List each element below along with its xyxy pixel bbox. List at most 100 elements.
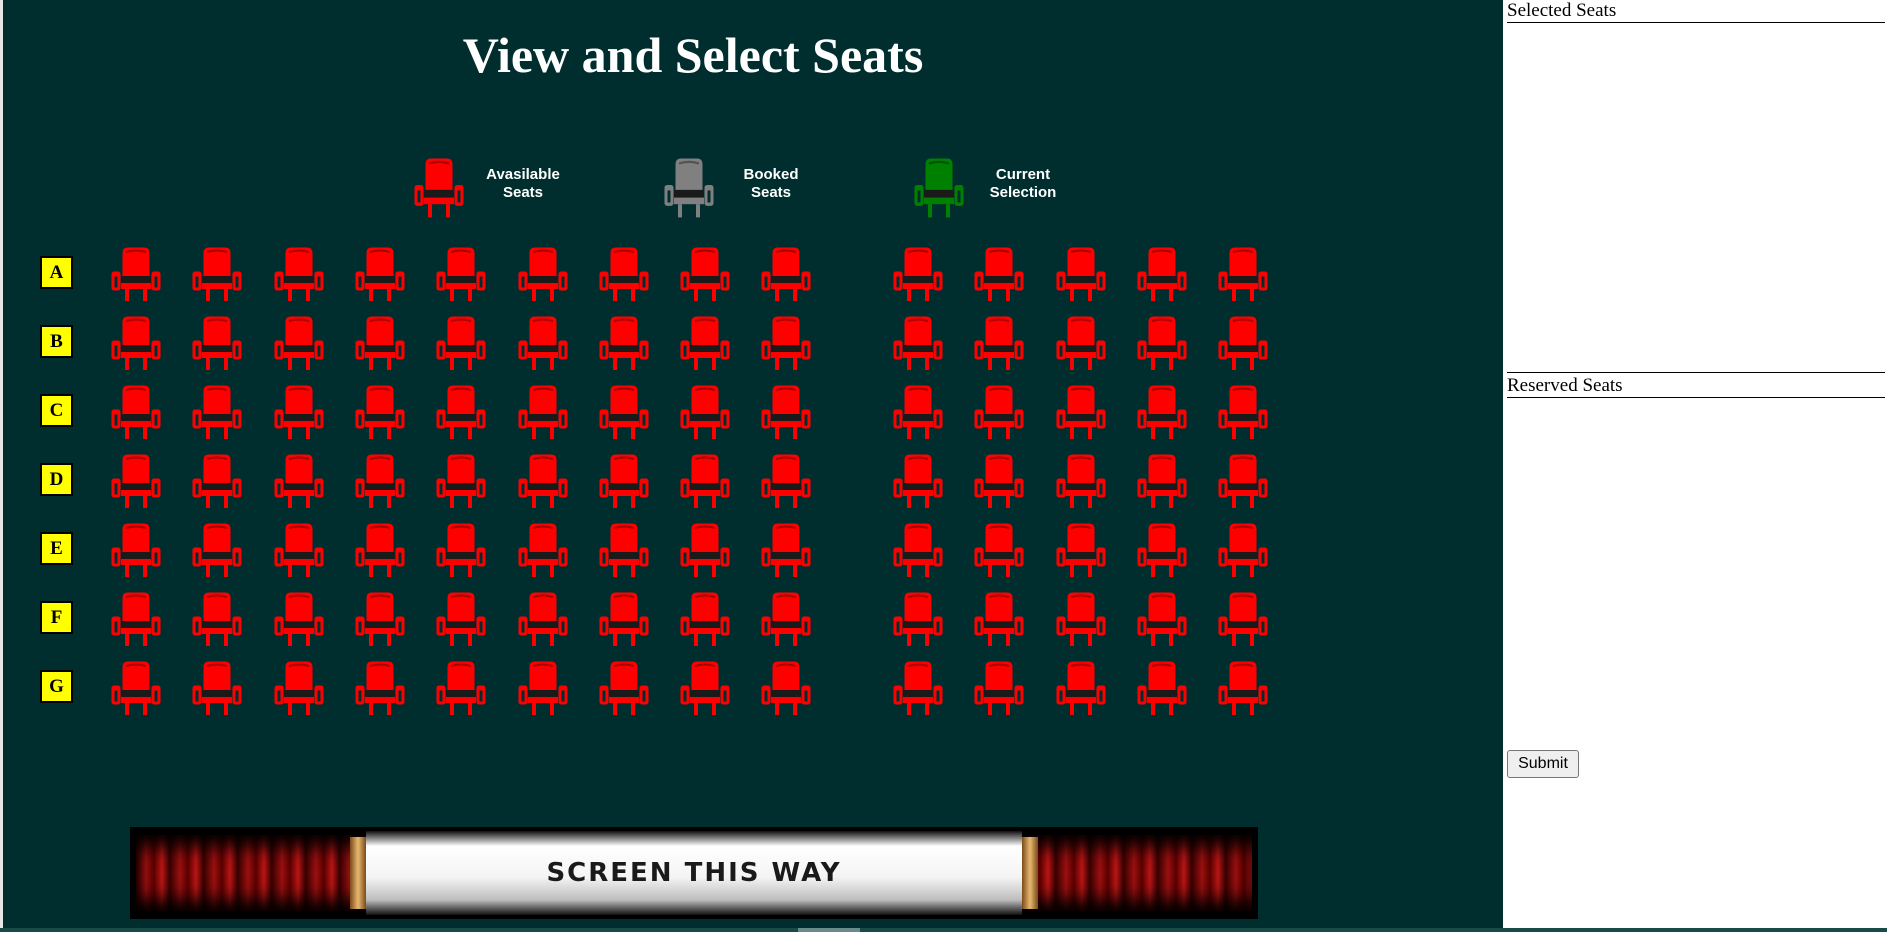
seat-d9[interactable] bbox=[761, 454, 811, 508]
seat-e7[interactable] bbox=[599, 523, 649, 577]
seat-c5[interactable] bbox=[436, 385, 486, 439]
seat-f14[interactable] bbox=[1218, 592, 1268, 646]
seat-b3[interactable] bbox=[274, 316, 324, 370]
seat-f2[interactable] bbox=[192, 592, 242, 646]
seat-d8[interactable] bbox=[680, 454, 730, 508]
seat-b8[interactable] bbox=[680, 316, 730, 370]
seat-f3[interactable] bbox=[274, 592, 324, 646]
seat-a1[interactable] bbox=[111, 247, 161, 301]
seat-c10[interactable] bbox=[893, 385, 943, 439]
seat-b12[interactable] bbox=[1056, 316, 1106, 370]
seat-c6[interactable] bbox=[518, 385, 568, 439]
seat-g4[interactable] bbox=[355, 661, 405, 715]
seat-d3[interactable] bbox=[274, 454, 324, 508]
seat-c2[interactable] bbox=[192, 385, 242, 439]
seat-e8[interactable] bbox=[680, 523, 730, 577]
seat-d1[interactable] bbox=[111, 454, 161, 508]
submit-button[interactable]: Submit bbox=[1507, 750, 1579, 778]
seat-b2[interactable] bbox=[192, 316, 242, 370]
seat-d13[interactable] bbox=[1137, 454, 1187, 508]
seat-g8[interactable] bbox=[680, 661, 730, 715]
seat-e6[interactable] bbox=[518, 523, 568, 577]
seat-a13[interactable] bbox=[1137, 247, 1187, 301]
seat-b10[interactable] bbox=[893, 316, 943, 370]
seat-g2[interactable] bbox=[192, 661, 242, 715]
seat-f8[interactable] bbox=[680, 592, 730, 646]
seat-a2[interactable] bbox=[192, 247, 242, 301]
seat-d12[interactable] bbox=[1056, 454, 1106, 508]
seat-c12[interactable] bbox=[1056, 385, 1106, 439]
seat-f4[interactable] bbox=[355, 592, 405, 646]
seat-f7[interactable] bbox=[599, 592, 649, 646]
seat-b1[interactable] bbox=[111, 316, 161, 370]
seat-a6[interactable] bbox=[518, 247, 568, 301]
seat-e3[interactable] bbox=[274, 523, 324, 577]
seat-g5[interactable] bbox=[436, 661, 486, 715]
seat-f11[interactable] bbox=[974, 592, 1024, 646]
seat-d7[interactable] bbox=[599, 454, 649, 508]
seat-e13[interactable] bbox=[1137, 523, 1187, 577]
seat-e11[interactable] bbox=[974, 523, 1024, 577]
seat-c7[interactable] bbox=[599, 385, 649, 439]
seat-c9[interactable] bbox=[761, 385, 811, 439]
seat-a10[interactable] bbox=[893, 247, 943, 301]
seat-d14[interactable] bbox=[1218, 454, 1268, 508]
seat-b5[interactable] bbox=[436, 316, 486, 370]
seat-b6[interactable] bbox=[518, 316, 568, 370]
seat-b14[interactable] bbox=[1218, 316, 1268, 370]
seat-g14[interactable] bbox=[1218, 661, 1268, 715]
seat-d11[interactable] bbox=[974, 454, 1024, 508]
seat-g1[interactable] bbox=[111, 661, 161, 715]
seat-f6[interactable] bbox=[518, 592, 568, 646]
seat-g11[interactable] bbox=[974, 661, 1024, 715]
seat-e1[interactable] bbox=[111, 523, 161, 577]
seat-f13[interactable] bbox=[1137, 592, 1187, 646]
seat-c8[interactable] bbox=[680, 385, 730, 439]
seat-a4[interactable] bbox=[355, 247, 405, 301]
seat-a12[interactable] bbox=[1056, 247, 1106, 301]
seat-a14[interactable] bbox=[1218, 247, 1268, 301]
seat-b4[interactable] bbox=[355, 316, 405, 370]
seat-a9[interactable] bbox=[761, 247, 811, 301]
seat-a7[interactable] bbox=[599, 247, 649, 301]
seat-b13[interactable] bbox=[1137, 316, 1187, 370]
seat-d2[interactable] bbox=[192, 454, 242, 508]
bottom-scrollbar-thumb[interactable] bbox=[798, 928, 860, 932]
seat-c13[interactable] bbox=[1137, 385, 1187, 439]
seat-a5[interactable] bbox=[436, 247, 486, 301]
seat-e9[interactable] bbox=[761, 523, 811, 577]
seat-b11[interactable] bbox=[974, 316, 1024, 370]
seat-f5[interactable] bbox=[436, 592, 486, 646]
seat-f12[interactable] bbox=[1056, 592, 1106, 646]
seat-b7[interactable] bbox=[599, 316, 649, 370]
seat-d10[interactable] bbox=[893, 454, 943, 508]
seat-b9[interactable] bbox=[761, 316, 811, 370]
seat-e2[interactable] bbox=[192, 523, 242, 577]
seat-g10[interactable] bbox=[893, 661, 943, 715]
seat-d6[interactable] bbox=[518, 454, 568, 508]
seat-f9[interactable] bbox=[761, 592, 811, 646]
bottom-scrollbar[interactable] bbox=[0, 928, 1887, 932]
seat-e4[interactable] bbox=[355, 523, 405, 577]
seat-g12[interactable] bbox=[1056, 661, 1106, 715]
seat-a11[interactable] bbox=[974, 247, 1024, 301]
seat-e14[interactable] bbox=[1218, 523, 1268, 577]
seat-d5[interactable] bbox=[436, 454, 486, 508]
seat-c14[interactable] bbox=[1218, 385, 1268, 439]
seat-a3[interactable] bbox=[274, 247, 324, 301]
seat-e12[interactable] bbox=[1056, 523, 1106, 577]
seat-c3[interactable] bbox=[274, 385, 324, 439]
seat-a8[interactable] bbox=[680, 247, 730, 301]
seat-c1[interactable] bbox=[111, 385, 161, 439]
seat-f10[interactable] bbox=[893, 592, 943, 646]
seat-g9[interactable] bbox=[761, 661, 811, 715]
seat-e10[interactable] bbox=[893, 523, 943, 577]
seat-c4[interactable] bbox=[355, 385, 405, 439]
seat-g6[interactable] bbox=[518, 661, 568, 715]
seat-d4[interactable] bbox=[355, 454, 405, 508]
seat-e5[interactable] bbox=[436, 523, 486, 577]
seat-g13[interactable] bbox=[1137, 661, 1187, 715]
seat-c11[interactable] bbox=[974, 385, 1024, 439]
seat-f1[interactable] bbox=[111, 592, 161, 646]
seat-g3[interactable] bbox=[274, 661, 324, 715]
